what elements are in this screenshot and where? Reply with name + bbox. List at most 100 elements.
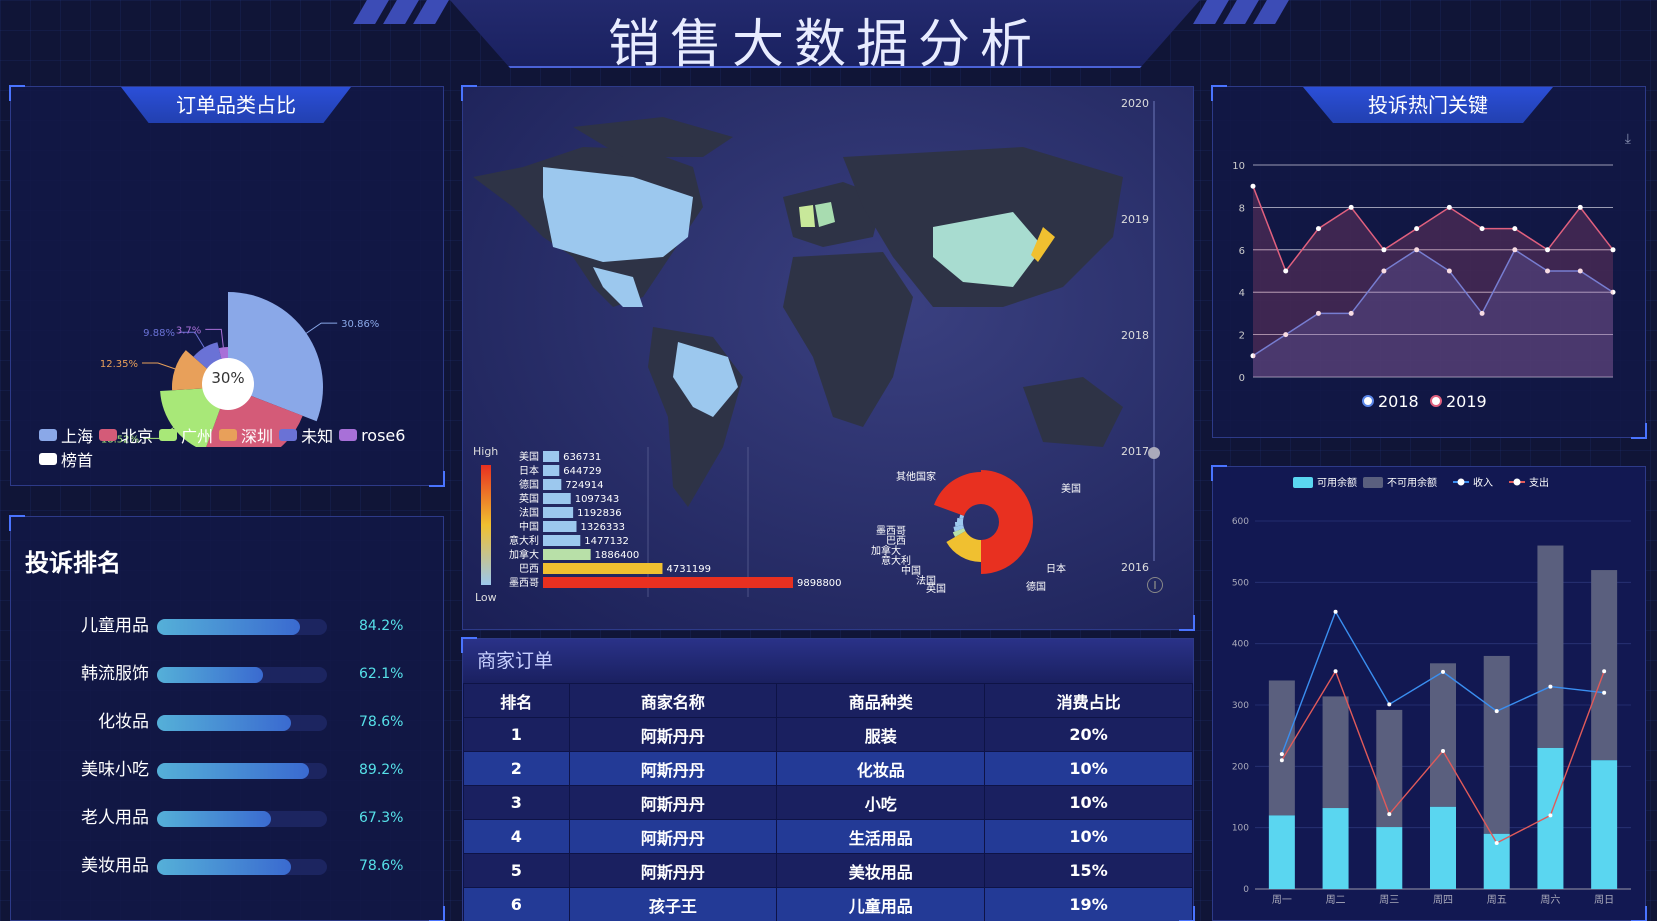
bar-unavailable[interactable] [1376, 709, 1403, 828]
donut-label: 墨西哥 [876, 525, 906, 537]
table-row[interactable]: 2 阿斯丹丹 化妆品 10% [463, 751, 1193, 786]
bar-line-point[interactable] [1602, 690, 1607, 695]
rank-row: 老人用品 67.3% [11, 803, 441, 833]
header-stripes-left [353, 0, 460, 24]
page-title: 销售大数据分析 [607, 15, 1042, 75]
timeline-handle[interactable] [1148, 447, 1160, 459]
country-bar[interactable] [543, 577, 793, 588]
line-point[interactable] [1577, 204, 1583, 210]
line-point[interactable] [1446, 204, 1452, 210]
country-bar[interactable] [543, 465, 560, 476]
bar-line-point[interactable] [1494, 841, 1499, 845]
legend-item[interactable]: 榜首 [39, 447, 93, 471]
timeline-year[interactable]: 2017 [1121, 445, 1149, 458]
line-point[interactable] [1315, 226, 1321, 232]
legend-label: 北京 [121, 427, 154, 446]
line-point[interactable] [1283, 268, 1289, 274]
timeline-year[interactable]: 2020 [1121, 97, 1149, 110]
bar-available[interactable] [1376, 827, 1403, 889]
donut-slice[interactable] [946, 531, 981, 562]
bar-ytick: 400 [1232, 640, 1249, 650]
line-point[interactable] [1414, 226, 1420, 232]
bar-xtick: 周二 [1326, 894, 1346, 906]
bar-line-point[interactable] [1548, 813, 1553, 818]
pause-icon[interactable]: ‖ [1147, 577, 1163, 593]
map-australia[interactable] [1023, 377, 1123, 447]
country-bar[interactable] [543, 521, 577, 532]
bar-line-point[interactable] [1548, 684, 1553, 689]
country-bar[interactable] [543, 493, 571, 504]
bar-legend-swatch[interactable] [1293, 477, 1313, 488]
country-bar[interactable] [543, 549, 591, 560]
table-row[interactable]: 6 孩子王 儿童用品 19% [463, 887, 1193, 921]
table-row[interactable]: 5 阿斯丹丹 美妆用品 15% [463, 853, 1193, 888]
legend-item[interactable]: rose6 [339, 423, 405, 447]
line-legend-marker[interactable] [1362, 395, 1374, 407]
line-point[interactable] [1348, 204, 1354, 210]
bar-line-point[interactable] [1279, 752, 1284, 757]
bar-unavailable[interactable] [1591, 570, 1618, 761]
table-cell: 服装 [776, 717, 986, 752]
line-point[interactable] [1381, 247, 1387, 253]
timeline-year[interactable]: 2019 [1121, 213, 1149, 226]
country-bar[interactable] [543, 479, 562, 490]
country-bar[interactable] [543, 507, 574, 518]
table-row[interactable]: 4 阿斯丹丹 生活用品 10% [463, 819, 1193, 854]
legend-item[interactable]: 未知 [279, 423, 333, 447]
line-point[interactable] [1250, 183, 1256, 189]
donut-slice[interactable] [934, 472, 981, 516]
bar-legend-label: 可用余额 [1317, 476, 1357, 489]
bar-available[interactable] [1591, 760, 1618, 889]
bar-available[interactable] [1322, 808, 1349, 889]
bar-ytick: 300 [1232, 701, 1249, 711]
legend-item[interactable]: 上海 [39, 423, 93, 447]
map-uk-france[interactable] [799, 205, 815, 227]
table-header-cell: 商品种类 [776, 683, 986, 718]
bar-line-point[interactable] [1387, 812, 1392, 817]
timeline-year[interactable]: 2016 [1121, 561, 1149, 574]
country-bar[interactable] [543, 535, 581, 546]
line-point[interactable] [1610, 247, 1616, 253]
bar-legend-label: 支出 [1529, 476, 1549, 489]
country-bar[interactable] [543, 563, 663, 574]
bar-legend-swatch[interactable] [1363, 477, 1383, 488]
line-legend-marker[interactable] [1430, 395, 1442, 407]
country-bar-label: 意大利 [509, 534, 539, 547]
bar-available[interactable] [1268, 815, 1295, 889]
pie-slice-label: 3.7% [176, 325, 201, 336]
donut-slice[interactable] [981, 470, 1033, 574]
line-point[interactable] [1512, 226, 1518, 232]
visual-map-gradient[interactable] [481, 465, 491, 585]
bar-available[interactable] [1537, 747, 1564, 889]
pie-slice-label: 12.35% [100, 359, 138, 370]
bar-line-point[interactable] [1441, 749, 1445, 753]
bar-line-point[interactable] [1441, 669, 1445, 674]
bar-unavailable[interactable] [1483, 655, 1510, 834]
bar-ytick: 100 [1232, 824, 1249, 834]
bar-line-point[interactable] [1279, 758, 1284, 763]
bar-line-point[interactable] [1333, 609, 1338, 614]
category-legend: 上海 北京 广州 深圳 未知 rose6 榜首 [39, 423, 439, 471]
table-row[interactable]: 1 阿斯丹丹 服装 20% [463, 717, 1193, 752]
bar-available[interactable] [1430, 806, 1456, 889]
bar-legend-marker[interactable] [1457, 478, 1465, 486]
legend-item[interactable]: 深圳 [219, 423, 273, 447]
country-bar[interactable] [543, 451, 560, 462]
bar-unavailable[interactable] [1268, 680, 1295, 816]
bar-line-point[interactable] [1494, 709, 1499, 714]
bar-unavailable[interactable] [1537, 545, 1564, 748]
bar-unavailable[interactable] [1322, 696, 1349, 809]
map-africa[interactable] [783, 252, 913, 427]
bar-line-point[interactable] [1333, 669, 1338, 674]
bar-unavailable[interactable] [1430, 663, 1456, 807]
line-point[interactable] [1545, 247, 1551, 253]
timeline-year[interactable]: 2018 [1121, 329, 1149, 342]
pie-slice-label: 30.86% [341, 319, 379, 330]
bar-line-point[interactable] [1387, 702, 1392, 707]
table-row[interactable]: 3 阿斯丹丹 小吃 10% [463, 785, 1193, 820]
line-point[interactable] [1479, 226, 1485, 232]
bar-legend-marker[interactable] [1513, 478, 1521, 486]
legend-item[interactable]: 广州 [159, 423, 213, 447]
legend-item[interactable]: 北京 [99, 423, 153, 447]
bar-line-point[interactable] [1602, 669, 1607, 674]
